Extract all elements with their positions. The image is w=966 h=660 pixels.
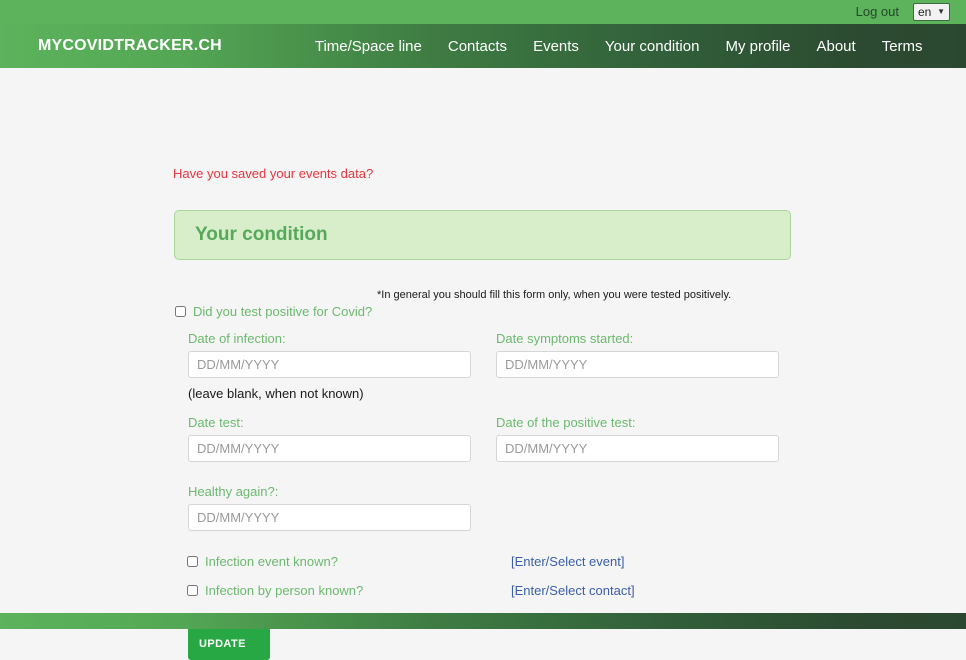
- date-symptoms-started-label: Date symptoms started:: [496, 331, 634, 346]
- nav-items: Time/Space line Contacts Events Your con…: [315, 38, 923, 55]
- nav-item-your-condition[interactable]: Your condition: [605, 38, 700, 55]
- top-utility-bar: Log out en ▼: [0, 0, 966, 24]
- language-select[interactable]: en: [913, 3, 950, 21]
- infection-event-known-checkbox[interactable]: [187, 556, 198, 567]
- healthy-again-field: Healthy again?:: [188, 484, 471, 531]
- form-note: *In general you should fill this form on…: [377, 289, 732, 301]
- logout-link[interactable]: Log out: [856, 5, 899, 19]
- infection-person-known-checkbox[interactable]: [187, 585, 198, 596]
- date-of-infection-input[interactable]: [188, 351, 471, 378]
- page-footer: [0, 613, 966, 629]
- date-of-infection-label: Date of infection:: [188, 331, 286, 346]
- leave-blank-hint: (leave blank, when not known): [188, 386, 364, 401]
- nav-item-my-profile[interactable]: My profile: [725, 38, 790, 55]
- select-event-link[interactable]: [Enter/Select event]: [511, 554, 624, 569]
- infection-event-known-checkbox-row[interactable]: Infection event known?: [187, 554, 338, 569]
- nav-item-contacts[interactable]: Contacts: [448, 38, 507, 55]
- tested-positive-label: Did you test positive for Covid?: [193, 304, 373, 319]
- your-condition-panel: Your condition: [174, 210, 791, 260]
- nav-item-timespace-line[interactable]: Time/Space line: [315, 38, 422, 55]
- infection-person-known-checkbox-row[interactable]: Infection by person known?: [187, 583, 363, 598]
- update-button[interactable]: UPDATE: [188, 627, 270, 660]
- nav-item-terms[interactable]: Terms: [882, 38, 923, 55]
- date-symptoms-started-input[interactable]: [496, 351, 779, 378]
- saved-events-alert: Have you saved your events data?: [173, 166, 374, 181]
- nav-item-about[interactable]: About: [816, 38, 855, 55]
- site-brand[interactable]: MYCOVIDTRACKER.CH: [38, 37, 222, 55]
- date-of-infection-field: Date of infection:: [188, 331, 471, 378]
- nav-item-events[interactable]: Events: [533, 38, 579, 55]
- date-positive-test-field: Date of the positive test:: [496, 415, 779, 462]
- date-symptoms-started-field: Date symptoms started:: [496, 331, 779, 378]
- tested-positive-checkbox[interactable]: [175, 306, 186, 317]
- healthy-again-input[interactable]: [188, 504, 471, 531]
- healthy-again-label: Healthy again?:: [188, 484, 279, 499]
- date-test-label: Date test:: [188, 415, 244, 430]
- select-contact-link[interactable]: [Enter/Select contact]: [511, 583, 635, 598]
- main-content: Have you saved your events data? Your co…: [0, 68, 966, 660]
- date-test-input[interactable]: [188, 435, 471, 462]
- infection-event-known-label: Infection event known?: [205, 554, 338, 569]
- date-test-field: Date test:: [188, 415, 471, 462]
- infection-person-known-label: Infection by person known?: [205, 583, 364, 598]
- page-title: Your condition: [195, 224, 328, 245]
- date-positive-test-label: Date of the positive test:: [496, 415, 636, 430]
- tested-positive-checkbox-row[interactable]: Did you test positive for Covid?: [175, 304, 372, 319]
- date-positive-test-input[interactable]: [496, 435, 779, 462]
- language-select-wrapper: en ▼: [913, 3, 950, 21]
- main-navbar: MYCOVIDTRACKER.CH Time/Space line Contac…: [0, 24, 966, 68]
